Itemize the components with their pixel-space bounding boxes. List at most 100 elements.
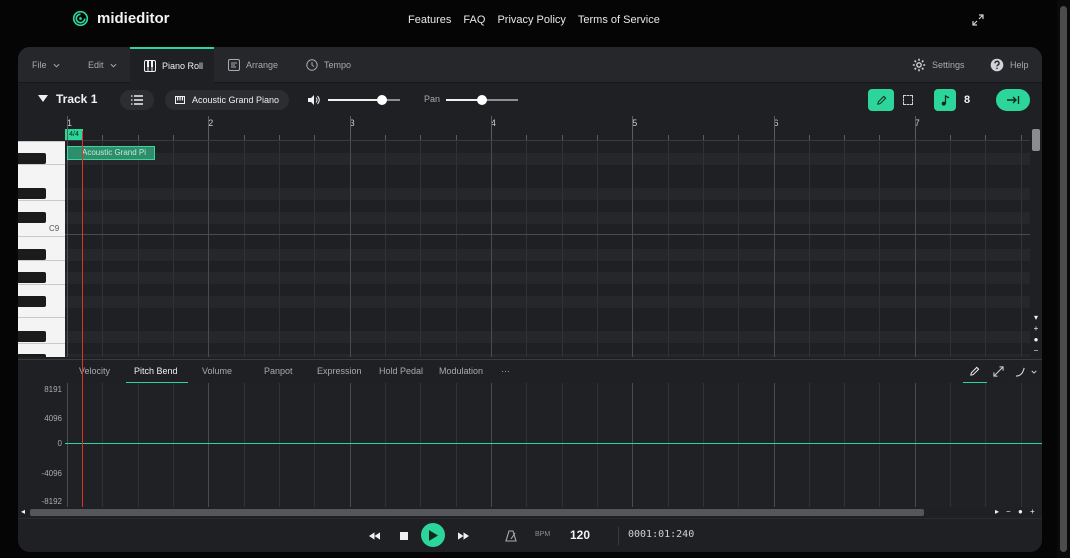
fast-forward-icon bbox=[457, 532, 469, 540]
vertical-scrollbar-thumb[interactable] bbox=[1032, 129, 1040, 151]
bar-tick bbox=[208, 116, 210, 140]
list-icon bbox=[131, 95, 143, 105]
note-block[interactable]: Acoustic Grand Pi bbox=[67, 146, 155, 160]
tab-volume[interactable]: Volume bbox=[202, 366, 232, 376]
horizontal-scrollbar[interactable]: ◂ ▸ − ● + bbox=[18, 507, 1042, 518]
file-menu-label: File bbox=[32, 60, 47, 70]
h-zoom-out-button[interactable]: − bbox=[1006, 507, 1011, 516]
file-menu[interactable]: File bbox=[32, 47, 60, 83]
tab-expression[interactable]: Expression bbox=[317, 366, 362, 376]
tab-modulation[interactable]: Modulation bbox=[439, 366, 483, 376]
selection-tool-button[interactable] bbox=[903, 95, 913, 105]
black-key[interactable] bbox=[18, 249, 46, 260]
editor-app: File Edit Piano Roll Arrange Tempo Setti… bbox=[18, 47, 1042, 552]
nav-faq[interactable]: FAQ bbox=[463, 14, 485, 26]
settings-button[interactable]: Settings bbox=[912, 47, 965, 83]
black-key[interactable] bbox=[18, 212, 46, 223]
tab-panpot[interactable]: Panpot bbox=[264, 366, 293, 376]
brand-logo[interactable]: midieditor bbox=[72, 10, 170, 27]
white-key-divider bbox=[18, 284, 65, 285]
metronome-button[interactable] bbox=[503, 528, 519, 544]
bar-line bbox=[208, 383, 210, 507]
zoom-in-button[interactable]: + bbox=[1032, 324, 1040, 333]
page-scrollbar[interactable] bbox=[1057, 0, 1070, 558]
horizontal-scrollbar-thumb[interactable] bbox=[30, 509, 924, 516]
beat-line bbox=[102, 383, 104, 507]
nav-terms-of-service[interactable]: Terms of Service bbox=[578, 14, 660, 26]
gear-icon bbox=[912, 58, 926, 72]
playhead[interactable] bbox=[82, 131, 83, 507]
beat-line bbox=[844, 383, 846, 507]
pencil-icon[interactable] bbox=[969, 366, 980, 377]
controller-area[interactable] bbox=[65, 383, 1042, 507]
timeline-ruler[interactable]: 4/4 1234567 bbox=[65, 116, 1030, 141]
black-key[interactable] bbox=[18, 331, 46, 342]
bpm-value[interactable]: 120 bbox=[570, 528, 590, 542]
zoom-reset-button[interactable]: ● bbox=[1032, 335, 1040, 344]
pan-slider-knob[interactable] bbox=[477, 95, 487, 105]
beat-line bbox=[879, 383, 881, 507]
metronome-icon bbox=[505, 530, 517, 542]
instrument-selector[interactable]: Acoustic Grand Piano bbox=[165, 90, 290, 110]
line-tool-icon[interactable] bbox=[993, 366, 1004, 377]
black-key[interactable] bbox=[18, 153, 46, 164]
more-tabs-button[interactable]: ··· bbox=[501, 366, 510, 376]
beat-line bbox=[1020, 383, 1022, 507]
help-button[interactable]: Help bbox=[990, 47, 1029, 83]
piano-keyboard[interactable]: C9 bbox=[18, 141, 65, 357]
beat-line bbox=[808, 383, 810, 507]
track-list-button[interactable] bbox=[120, 90, 154, 110]
beat-tick bbox=[667, 135, 669, 140]
rewind-button[interactable] bbox=[366, 528, 382, 544]
pan-slider[interactable] bbox=[446, 95, 518, 105]
beat-line bbox=[667, 383, 669, 507]
beat-line bbox=[738, 383, 740, 507]
beat-tick bbox=[738, 135, 740, 140]
pencil-tool-button[interactable] bbox=[868, 89, 894, 111]
volume-slider-knob[interactable] bbox=[377, 95, 387, 105]
edit-menu[interactable]: Edit bbox=[88, 47, 117, 83]
fast-forward-button[interactable] bbox=[455, 528, 471, 544]
black-key[interactable] bbox=[18, 272, 46, 283]
scroll-right-arrow[interactable]: ▸ bbox=[995, 507, 999, 516]
bar-tick bbox=[349, 116, 351, 140]
nav-privacy-policy[interactable]: Privacy Policy bbox=[497, 14, 565, 26]
page-scrollbar-thumb[interactable] bbox=[1060, 6, 1067, 552]
piano-roll-grid[interactable]: Acoustic Grand Pi bbox=[65, 141, 1030, 357]
quantize-value[interactable]: 8 bbox=[964, 94, 970, 106]
tab-pitch-bend[interactable]: Pitch Bend bbox=[134, 366, 178, 376]
quantize-button[interactable] bbox=[934, 89, 956, 111]
zoom-out-button[interactable]: − bbox=[1032, 346, 1040, 355]
black-key[interactable] bbox=[18, 296, 46, 307]
beat-line bbox=[950, 141, 952, 357]
vertical-scrollbar[interactable]: ▾ + ● − bbox=[1030, 117, 1042, 357]
black-key[interactable] bbox=[18, 354, 46, 357]
nav-features[interactable]: Features bbox=[408, 14, 451, 26]
play-button[interactable] bbox=[421, 523, 445, 547]
volume-slider[interactable] bbox=[328, 95, 400, 105]
track-selector[interactable]: Track 1 bbox=[38, 92, 97, 106]
beat-tick bbox=[596, 135, 598, 140]
clock-icon bbox=[306, 59, 318, 71]
beat-line bbox=[985, 141, 987, 357]
pitch-bend-graph[interactable]: 8191 4096 0 -4096 -8192 bbox=[18, 383, 1042, 507]
scroll-down-arrow[interactable]: ▾ bbox=[1032, 313, 1040, 322]
tab-piano-roll[interactable]: Piano Roll bbox=[130, 47, 214, 83]
pitch-bend-line[interactable] bbox=[65, 443, 1042, 444]
follow-playhead-button[interactable] bbox=[996, 89, 1030, 111]
stop-button[interactable] bbox=[396, 528, 412, 544]
chevron-down-icon[interactable] bbox=[1031, 369, 1037, 375]
tab-tempo[interactable]: Tempo bbox=[306, 47, 351, 83]
tab-velocity[interactable]: Velocity bbox=[79, 366, 110, 376]
h-zoom-reset-button[interactable]: ● bbox=[1018, 507, 1023, 516]
tab-arrange[interactable]: Arrange bbox=[228, 47, 278, 83]
beat-tick bbox=[314, 135, 316, 140]
black-key[interactable] bbox=[18, 188, 46, 199]
curve-tool-icon[interactable] bbox=[1015, 366, 1026, 377]
h-zoom-in-button[interactable]: + bbox=[1030, 507, 1035, 516]
scroll-left-arrow[interactable]: ◂ bbox=[21, 507, 25, 516]
tab-hold-pedal[interactable]: Hold Pedal bbox=[379, 366, 423, 376]
pencil-icon bbox=[876, 95, 886, 105]
black-key-row bbox=[65, 296, 1030, 308]
fullscreen-icon[interactable] bbox=[972, 14, 984, 26]
